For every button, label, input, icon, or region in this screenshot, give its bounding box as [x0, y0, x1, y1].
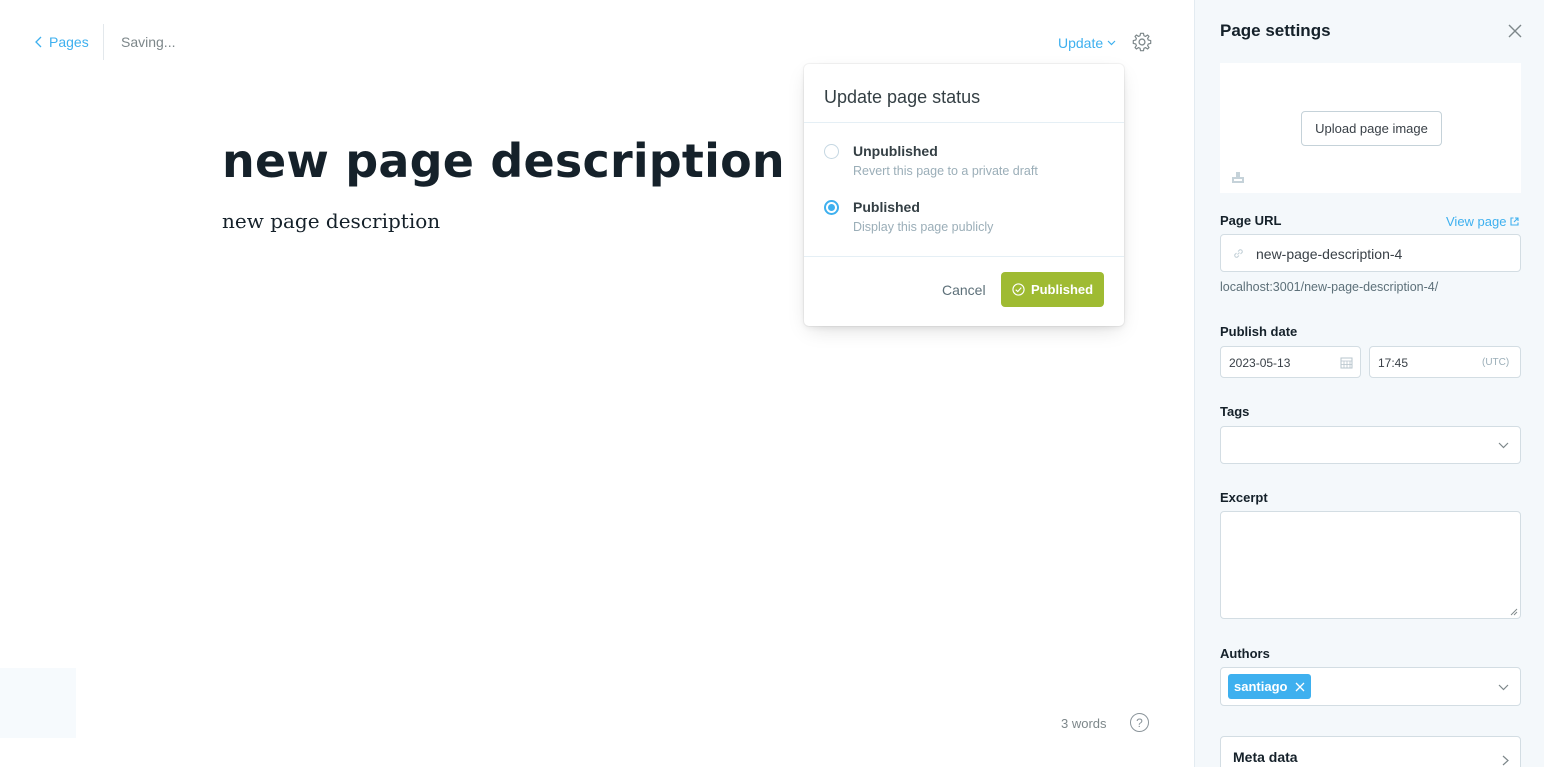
close-icon[interactable] [1508, 24, 1522, 38]
chevron-left-icon [35, 36, 42, 48]
chevron-down-icon [1498, 442, 1509, 449]
upload-image-button[interactable]: Upload page image [1301, 111, 1442, 146]
url-preview: localhost:3001/new-page-description-4/ [1220, 280, 1439, 294]
page-url-label: Page URL [1220, 213, 1282, 228]
back-link-label: Pages [49, 34, 89, 50]
time-value: 17:45 [1378, 356, 1409, 370]
editor-area: Pages Saving... Update new page descript… [0, 0, 1194, 767]
page-title[interactable]: new page description [222, 132, 785, 190]
chevron-down-icon [1498, 684, 1509, 691]
published-button-label: Published [1030, 282, 1094, 297]
resize-handle-icon[interactable] [1510, 608, 1518, 616]
page-url-value: new-page-description-4 [1256, 246, 1403, 262]
date-value: 2023-05-13 [1229, 356, 1291, 370]
header-divider [103, 24, 104, 60]
option-description: Revert this page to a private draft [853, 164, 1038, 178]
page-body[interactable]: new page description [222, 209, 440, 233]
author-chip: santiago [1228, 674, 1312, 699]
publish-date-input[interactable]: 2023-05-13 [1220, 346, 1361, 378]
image-upload-icon[interactable] [1231, 171, 1245, 184]
tags-label: Tags [1220, 404, 1250, 419]
excerpt-textarea[interactable] [1220, 511, 1521, 619]
authors-select[interactable]: santiago [1220, 667, 1521, 706]
page-image-dropzone[interactable]: Upload page image [1220, 63, 1521, 193]
authors-label: Authors [1220, 646, 1270, 661]
meta-data-label: Meta data [1233, 749, 1298, 765]
update-dropdown-trigger[interactable]: Update [1058, 35, 1116, 51]
status-option-published[interactable]: Published Display this page publicly [824, 199, 993, 234]
update-label: Update [1058, 35, 1104, 51]
view-page-link[interactable]: View page [1446, 214, 1520, 229]
remove-author-icon[interactable] [1295, 682, 1305, 692]
chevron-down-icon [1107, 40, 1116, 46]
meta-data-section[interactable]: Meta data [1220, 736, 1521, 767]
author-name: santiago [1234, 679, 1288, 694]
corner-background [0, 668, 76, 738]
popover-divider [804, 256, 1124, 257]
external-link-icon [1510, 217, 1520, 226]
timezone-label: (UTC) [1482, 357, 1510, 368]
option-description: Display this page publicly [853, 220, 994, 234]
calendar-icon[interactable] [1340, 356, 1353, 369]
popover-title: Update page status [824, 87, 981, 107]
save-status: Saving... [121, 34, 176, 50]
tags-select[interactable] [1220, 426, 1521, 464]
panel-title: Page settings [1220, 21, 1331, 40]
publish-date-label: Publish date [1220, 324, 1298, 339]
page-settings-panel: Page settings Upload page image Page URL… [1194, 0, 1544, 767]
view-page-label: View page [1446, 214, 1507, 229]
gear-icon[interactable] [1131, 31, 1153, 53]
radio-published[interactable] [824, 200, 839, 215]
status-option-unpublished[interactable]: Unpublished Revert this page to a privat… [824, 143, 1038, 178]
word-count: 3 words [1061, 716, 1107, 731]
option-label: Published [853, 199, 920, 215]
popover-divider [804, 122, 1124, 123]
chevron-right-icon [1502, 755, 1509, 766]
radio-unpublished[interactable] [824, 144, 839, 159]
page-url-input[interactable]: new-page-description-4 [1220, 234, 1521, 272]
published-button[interactable]: Published [1001, 272, 1104, 307]
option-label: Unpublished [853, 143, 938, 159]
cancel-button[interactable]: Cancel [942, 282, 986, 298]
help-icon[interactable]: ? [1130, 713, 1149, 732]
check-circle-icon [1012, 283, 1025, 296]
excerpt-label: Excerpt [1220, 490, 1268, 505]
publish-time-input[interactable]: 17:45 (UTC) [1369, 346, 1521, 378]
back-to-pages-link[interactable]: Pages [34, 33, 89, 51]
link-icon [1234, 249, 1243, 258]
update-status-popover: Update page status Unpublished Revert th… [804, 64, 1124, 326]
